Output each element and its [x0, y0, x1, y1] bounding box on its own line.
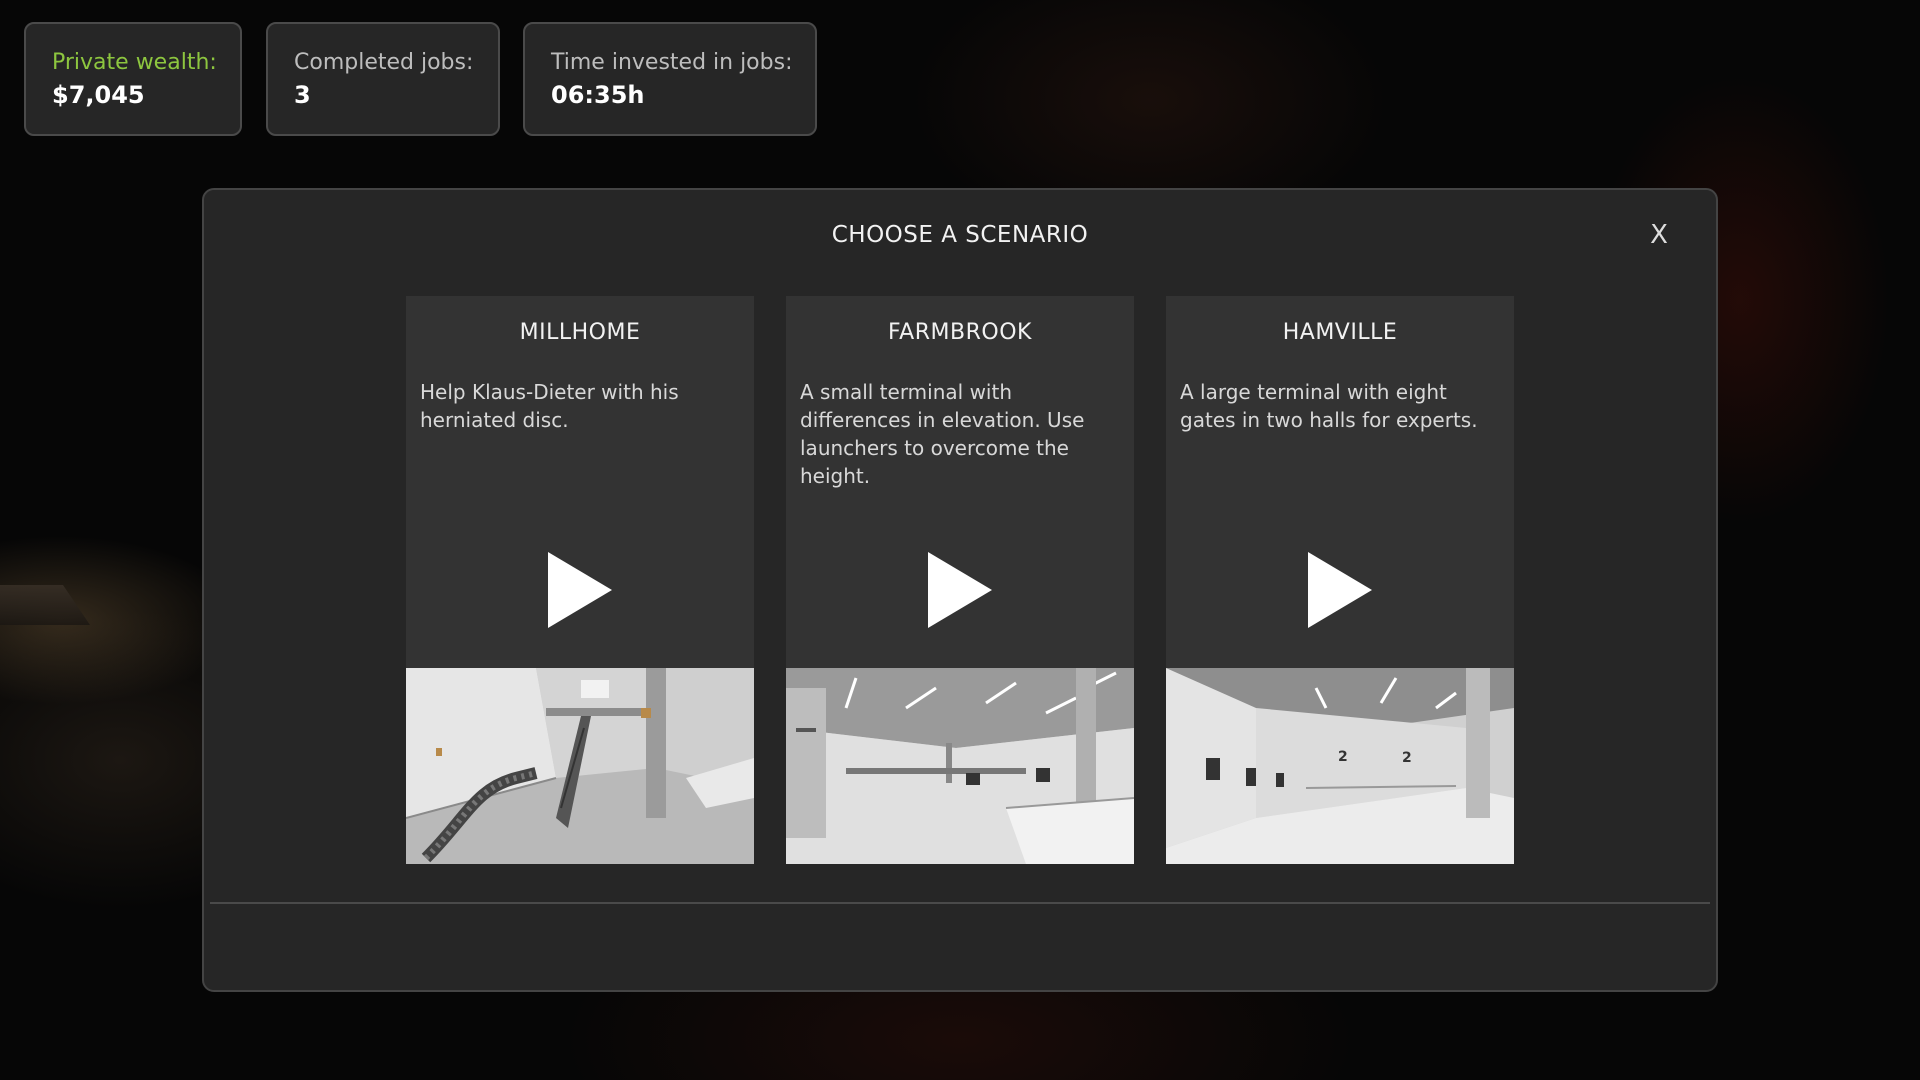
completed-jobs-label: Completed jobs:: [294, 50, 474, 75]
scenario-preview-image: 2 2: [1166, 668, 1514, 864]
scenario-card-hamville[interactable]: HAMVILLE A large terminal with eight gat…: [1166, 296, 1514, 864]
scenario-title: MILLHOME: [519, 320, 641, 345]
scenario-description: A small terminal with differences in ele…: [800, 380, 1085, 488]
dialog-title: CHOOSE A SCENARIO: [831, 222, 1089, 248]
scenario-card-millhome[interactable]: MILLHOME Help Klaus-Dieter with his hern…: [406, 296, 754, 864]
completed-jobs-value: 3: [294, 81, 311, 109]
private-wealth-value: $7,045: [52, 81, 145, 109]
scenario-title: FARMBROOK: [888, 320, 1032, 345]
time-invested-panel: Time invested in jobs: 06:35h: [523, 22, 817, 136]
scenario-preview-image: [406, 668, 754, 864]
private-wealth-panel: Private wealth: $7,045: [24, 22, 242, 136]
scenario-card-farmbrook[interactable]: FARMBROOK A small terminal with differen…: [786, 296, 1134, 864]
completed-jobs-panel: Completed jobs: 3: [266, 22, 500, 136]
close-button[interactable]: X: [1644, 220, 1674, 250]
scenario-dialog: CHOOSE A SCENARIO X MILLHOME Help Klaus-…: [202, 188, 1718, 992]
play-icon[interactable]: [1308, 552, 1372, 628]
play-icon[interactable]: [928, 552, 992, 628]
scenario-description: Help Klaus-Dieter with his herniated dis…: [420, 380, 679, 432]
dialog-divider: [210, 902, 1710, 904]
scenario-preview-image: [786, 668, 1134, 864]
time-invested-label: Time invested in jobs:: [551, 50, 793, 75]
play-icon[interactable]: [548, 552, 612, 628]
scenario-description: A large terminal with eight gates in two…: [1180, 380, 1478, 432]
scenario-title: HAMVILLE: [1282, 320, 1398, 345]
lamp-shade: [0, 585, 90, 625]
private-wealth-label: Private wealth:: [52, 50, 217, 75]
time-invested-value: 06:35h: [551, 81, 645, 109]
preview-label: 2: [1338, 749, 1348, 765]
preview-label: 2: [1402, 750, 1412, 766]
